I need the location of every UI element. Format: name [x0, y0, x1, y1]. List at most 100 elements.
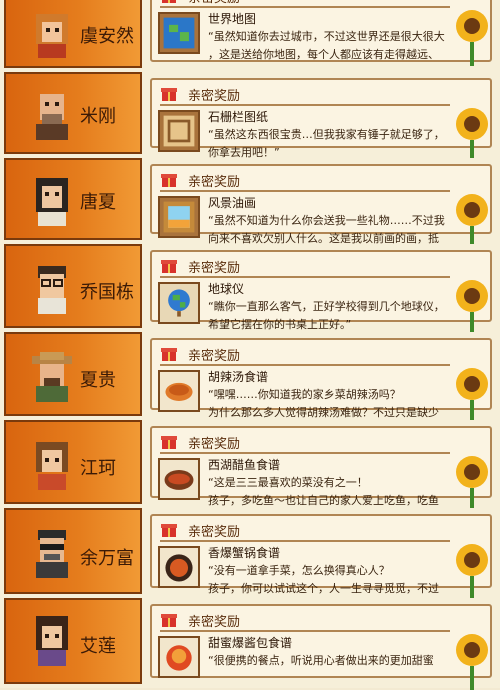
- gift-icon: [161, 524, 177, 537]
- npc-name: 乔国栋: [80, 282, 134, 303]
- npc-avatar: [36, 94, 68, 140]
- item-name: 西湖醋鱼食谱: [208, 458, 281, 472]
- reward-header-label: 亲密奖励: [188, 615, 241, 630]
- npc-avatar: [36, 616, 68, 666]
- sunflower-icon: [456, 280, 488, 336]
- reward-row[interactable]: 米刚 亲密奖励 石栅栏图纸 “虽然这东西很宝贵…但我我家有锤子就足够了， 你拿去用…: [0, 72, 500, 164]
- npc-panel: 唐夏: [4, 158, 142, 240]
- item-name: 甜蜜爆酱包食谱: [208, 636, 293, 650]
- npc-name: 唐夏: [80, 192, 116, 213]
- reward-card: 亲密奖励 胡辣汤食谱 “嘿嘿……你知道我的家乡菜胡辣汤吗？ 为什么那么多人觉得胡辣…: [150, 338, 492, 424]
- npc-panel: 虞安然: [4, 0, 142, 68]
- npc-panel: 江珂: [4, 420, 142, 504]
- quote-line: “没有一道拿手菜，怎么换得真心人？: [208, 564, 390, 577]
- quote-line: 孩子，你可以试试这个，人一生寻寻觅觅，不过: [208, 582, 439, 595]
- quote-line: “瞧你一直那么客气，正好学校得到几个地球仪，: [208, 300, 445, 313]
- npc-panel: 艾莲: [4, 598, 142, 684]
- reward-header: 亲密奖励: [160, 344, 450, 366]
- reward-header: 亲密奖励: [160, 610, 450, 632]
- sunflower-icon: [456, 10, 488, 66]
- quote-line: “很便携的餐点，听说用心者做出来的更加甜蜜: [208, 654, 434, 667]
- item-name: 风景油画: [208, 196, 257, 210]
- npc-avatar: [38, 266, 66, 314]
- reward-header: 亲密奖励: [160, 432, 450, 454]
- reward-row[interactable]: 虞安然 亲密奖励 世界地图 “虽然知道你去过城市，不过这世界还是很大很大 ，这是送…: [0, 0, 500, 72]
- sunflower-icon: [456, 368, 488, 424]
- npc-avatar: [36, 530, 68, 578]
- reward-card: 亲密奖励 世界地图 “虽然知道你去过城市，不过这世界还是很大很大 ，这是送给你地图…: [150, 0, 492, 66]
- reward-card: 亲密奖励 地球仪 “瞧你一直那么客气，正好学校得到几个地球仪， 希望它摆在你的书桌…: [150, 250, 492, 336]
- header-divider: [160, 190, 450, 192]
- sunflower-icon: [456, 108, 488, 164]
- npc-avatar: [36, 442, 68, 490]
- item-name: 世界地图: [208, 12, 257, 26]
- quote-line: “嘿嘿……你知道我的家乡菜胡辣汤吗？: [208, 388, 401, 401]
- gift-icon: [161, 348, 177, 361]
- sunflower-icon: [456, 194, 488, 250]
- reward-header: 亲密奖励: [160, 0, 450, 8]
- reward-header-label: 亲密奖励: [188, 175, 241, 190]
- npc-name: 余万富: [80, 548, 134, 569]
- intimacy-reward-list: 虞安然 亲密奖励 世界地图 “虽然知道你去过城市，不过这世界还是很大很大 ，这是送…: [0, 0, 500, 690]
- crab-pot-icon: [158, 546, 200, 588]
- item-quote: “瞧你一直那么客气，正好学校得到几个地球仪， 希望它摆在你的书桌上正好。”: [208, 298, 456, 334]
- reward-row[interactable]: 唐夏 亲密奖励 风景油画 “虽然不知道为什么你会送我一些礼物……不过我 向来不喜欢…: [0, 158, 500, 250]
- reward-row[interactable]: 夏贵 亲密奖励 胡辣汤食谱 “嘿嘿……你知道我的家乡菜胡辣汤吗？ 为什么那么多人觉…: [0, 332, 500, 424]
- header-divider: [160, 276, 450, 278]
- blueprint-icon: [158, 110, 200, 152]
- npc-panel: 夏贵: [4, 332, 142, 416]
- sunflower-icon: [456, 634, 488, 690]
- reward-header-label: 亲密奖励: [188, 525, 241, 540]
- npc-avatar: [36, 178, 68, 226]
- reward-row[interactable]: 江珂 亲密奖励 西湖醋鱼食谱 “这是三三最喜欢的菜没有之一！ 孩子，多吃鱼～也让自…: [0, 420, 500, 512]
- gift-icon: [161, 260, 177, 273]
- reward-card: 亲密奖励 风景油画 “虽然不知道为什么你会送我一些礼物……不过我 向来不喜欢欠别人…: [150, 164, 492, 250]
- header-divider: [160, 6, 450, 8]
- npc-name: 米刚: [80, 106, 116, 127]
- quote-line: “这是三三最喜欢的菜没有之一！: [208, 476, 368, 489]
- gift-icon: [161, 88, 177, 101]
- npc-avatar: [32, 352, 72, 402]
- quote-line: “虽然这东西很宝贵…但我我家有锤子就足够了，: [208, 128, 445, 141]
- reward-header-label: 亲密奖励: [188, 261, 241, 276]
- header-divider: [160, 452, 450, 454]
- reward-row[interactable]: 余万富 亲密奖励 香爆蟹锅食谱 “没有一道拿手菜，怎么换得真心人？ 孩子，你可以试…: [0, 508, 500, 600]
- item-quote: “很便携的餐点，听说用心者做出来的更加甜蜜: [208, 652, 456, 670]
- reward-row[interactable]: 艾莲 亲密奖励 甜蜜爆酱包食谱 “很便携的餐点，听说用心者做出来的更加甜蜜: [0, 598, 500, 690]
- reward-header-label: 亲密奖励: [188, 349, 241, 364]
- gift-icon: [162, 0, 176, 3]
- reward-card: 亲密奖励 石栅栏图纸 “虽然这东西很宝贵…但我我家有锤子就足够了， 你拿去用吧！”: [150, 78, 492, 164]
- header-divider: [160, 540, 450, 542]
- gift-icon: [161, 614, 177, 627]
- item-quote: “虽然不知道为什么你会送我一些礼物……不过我 向来不喜欢欠别人什么。这是我以前画的…: [208, 212, 456, 248]
- reward-header: 亲密奖励: [160, 84, 450, 106]
- reward-card: 亲密奖励 西湖醋鱼食谱 “这是三三最喜欢的菜没有之一！ 孩子，多吃鱼～也让自己的家…: [150, 426, 492, 512]
- sunflower-icon: [456, 456, 488, 512]
- reward-header: 亲密奖励: [160, 520, 450, 542]
- reward-card: 亲密奖励 甜蜜爆酱包食谱 “很便携的餐点，听说用心者做出来的更加甜蜜: [150, 604, 492, 690]
- quote-line: “虽然知道你去过城市，不过这世界还是很大很大: [208, 30, 445, 43]
- reward-row[interactable]: 乔国栋 亲密奖励 地球仪 “瞧你一直那么客气，正好学校得到几个地球仪， 希望它摆在…: [0, 244, 500, 336]
- header-divider: [160, 630, 450, 632]
- item-quote: “这是三三最喜欢的菜没有之一！ 孩子，多吃鱼～也让自己的家人爱上吃鱼，吃鱼: [208, 474, 456, 510]
- painting-icon: [158, 196, 200, 238]
- item-name: 胡辣汤食谱: [208, 370, 269, 384]
- gift-icon: [161, 174, 177, 187]
- gift-icon: [161, 436, 177, 449]
- header-divider: [160, 104, 450, 106]
- sunflower-icon: [456, 544, 488, 600]
- item-name: 香爆蟹锅食谱: [208, 546, 281, 560]
- quote-line: “虽然不知道为什么你会送我一些礼物……不过我: [208, 214, 445, 227]
- item-quote: “虽然知道你去过城市，不过这世界还是很大很大 ，这是送给你地图，每个人都应该有走得…: [208, 28, 456, 64]
- npc-name: 艾莲: [80, 636, 116, 657]
- reward-header: 亲密奖励: [160, 170, 450, 192]
- npc-name: 夏贵: [80, 370, 116, 391]
- npc-panel: 乔国栋: [4, 244, 142, 328]
- soup-bowl-icon: [158, 370, 200, 412]
- reward-header: 亲密奖励: [160, 256, 450, 278]
- reward-header-label: 亲密奖励: [188, 437, 241, 452]
- fish-dish-icon: [158, 458, 200, 500]
- reward-header-label: 亲密奖励: [188, 89, 241, 104]
- npc-panel: 余万富: [4, 508, 142, 594]
- quote-line: ，这是送给你地图，每个人都应该有走得越远、: [208, 48, 439, 61]
